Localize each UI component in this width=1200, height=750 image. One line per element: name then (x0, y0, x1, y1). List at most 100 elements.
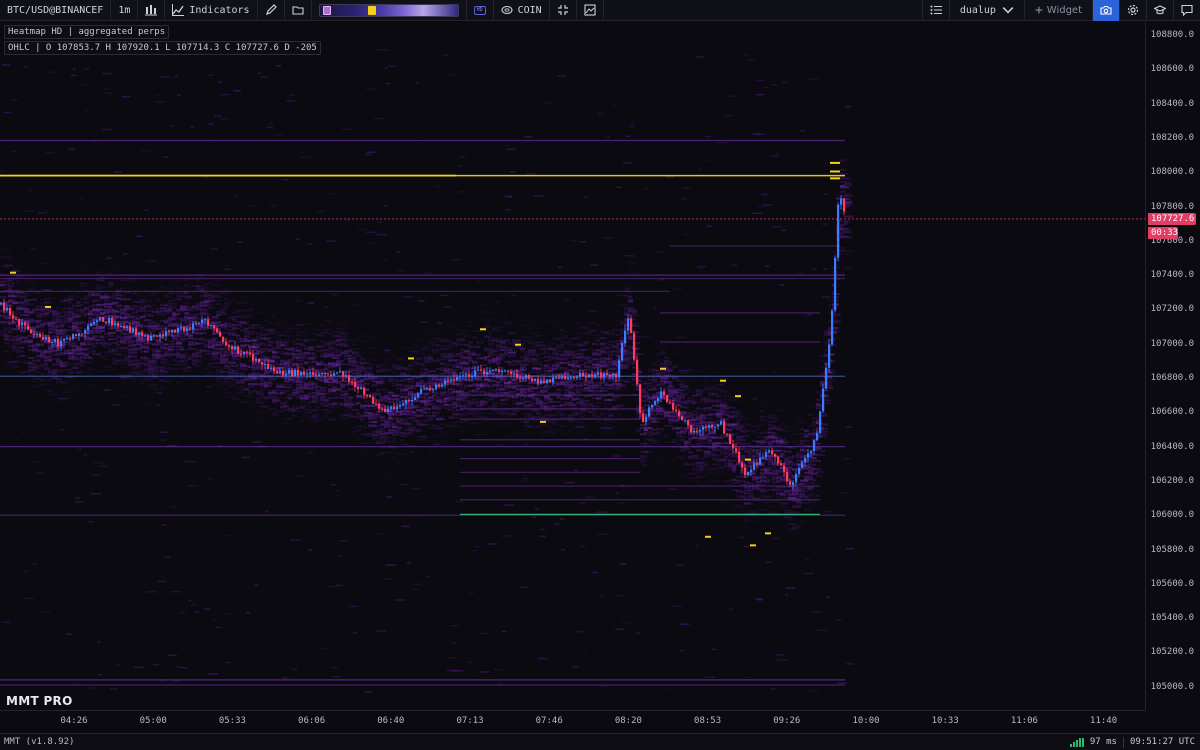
heatmap-cell (436, 358, 445, 361)
heatmap-cell (336, 321, 345, 324)
heatmap-cell (104, 305, 112, 308)
heatmap-cell (520, 365, 526, 368)
heatmap-cell (228, 395, 233, 398)
screenshot-button[interactable] (1092, 0, 1119, 21)
heatmap-cell (448, 352, 455, 355)
heatmap-cell (156, 325, 164, 328)
heatmap-cell (60, 326, 64, 329)
heatmap-cell (288, 328, 292, 331)
add-widget-button[interactable]: + Widget (1023, 0, 1092, 21)
heatmap-cell (576, 352, 584, 355)
collapse-button[interactable] (550, 0, 577, 21)
heatmap-cell (552, 320, 559, 323)
heatmap-gradient-control[interactable] (312, 0, 467, 21)
heatmap-cell (628, 310, 637, 313)
heatmap-cell (240, 373, 246, 376)
heatmap-cell (696, 475, 704, 478)
heatmap-cell (568, 416, 575, 419)
indicators-button[interactable]: Indicators (165, 0, 258, 21)
heatmap-cell (204, 367, 208, 370)
heatmap-cell (96, 285, 105, 288)
heatmap-cell (272, 411, 278, 414)
heatmap-cell (292, 327, 301, 330)
heatmap-cell (144, 300, 153, 303)
heatmap-cell (468, 356, 472, 359)
heatmap-cell (312, 383, 318, 386)
layout-selector[interactable]: dualup (948, 0, 1024, 21)
heatmap-cell (400, 386, 404, 389)
heatmap-canvas[interactable] (0, 22, 1145, 710)
symbol-label: BTC/USD@BINANCEF (7, 4, 104, 16)
heatmap-cell (700, 433, 709, 436)
heatmap-cell (100, 326, 105, 329)
heatmap-cell (412, 452, 416, 455)
heatmap-gradient-slider[interactable] (318, 3, 459, 17)
heatmap-cell (56, 319, 63, 322)
heatmap-cell (476, 405, 483, 408)
heatmap-cell (660, 352, 667, 355)
heatmap-cell (196, 342, 205, 345)
heatmap-cell (480, 427, 485, 430)
heatmap-cell (52, 373, 59, 376)
heatmap-cell (560, 433, 567, 436)
settings-button[interactable] (1119, 0, 1146, 21)
academy-button[interactable] (1146, 0, 1173, 21)
heatmap-cell (204, 270, 212, 273)
heatmap-cell (224, 327, 228, 330)
draw-tools-button[interactable] (258, 0, 285, 21)
heatmap-cell (560, 337, 568, 340)
heatmap-cell (4, 336, 8, 339)
heatmap-cell (232, 327, 238, 330)
heatmap-cell (432, 414, 438, 417)
heatmap-cell (148, 294, 155, 297)
heatmap-cell (160, 373, 164, 376)
heatmap-cell (324, 341, 328, 344)
heatmap-cell (704, 465, 708, 468)
heatmap-cell (208, 371, 216, 374)
heatmap-cell (224, 286, 230, 289)
watchlist-button[interactable] (921, 0, 949, 21)
snapshot-button[interactable] (577, 0, 604, 21)
open-layout-button[interactable] (285, 0, 312, 21)
heatmap-cell (64, 285, 69, 288)
heatmap-cell (28, 271, 35, 274)
chat-button[interactable] (1173, 0, 1200, 21)
heatmap-cell (320, 335, 326, 338)
heatmap-cell (172, 335, 181, 338)
heatmap-cell (596, 402, 603, 405)
heatmap-cell (220, 348, 224, 351)
gradient-handle-high[interactable] (367, 5, 376, 15)
heatmap-cell (476, 412, 480, 415)
heatmap-cell (32, 297, 37, 300)
heatmap-cell (156, 275, 162, 278)
heatmap-cell (192, 337, 201, 340)
heatmap-cell (424, 360, 433, 363)
heatmap-cell (188, 346, 192, 349)
heatmap-cell (28, 340, 33, 343)
gradient-handle-low[interactable] (322, 5, 331, 15)
heatmap-cell (496, 337, 502, 340)
heatmap-cell (316, 406, 320, 409)
heatmap-cell (108, 282, 114, 285)
heatmap-cell (392, 455, 396, 458)
heatmap-chart[interactable]: Heatmap HD | aggregated perps OHLC | O 1… (0, 22, 1145, 710)
heatmap-cell (400, 392, 409, 395)
heatmap-cell (64, 314, 73, 317)
hd-toggle[interactable]: HD (467, 0, 494, 21)
heatmap-cell (336, 331, 340, 334)
coin-mode-button[interactable]: COIN (494, 0, 550, 21)
heatmap-cell (4, 256, 10, 259)
heatmap-cell (260, 301, 264, 304)
heatmap-cell (408, 364, 413, 367)
heatmap-cell (176, 321, 180, 324)
chart-type-button[interactable] (138, 0, 166, 21)
heatmap-cell (188, 286, 192, 289)
heatmap-cell (40, 314, 48, 317)
heatmap-cell (336, 364, 340, 367)
heatmap-cell (264, 386, 268, 389)
heatmap-cell (368, 447, 372, 450)
heatmap-cell (12, 346, 16, 349)
timeframe-selector[interactable]: 1m (111, 0, 139, 21)
symbol-selector[interactable]: BTC/USD@BINANCEF (0, 0, 112, 21)
heatmap-cell (644, 393, 650, 396)
